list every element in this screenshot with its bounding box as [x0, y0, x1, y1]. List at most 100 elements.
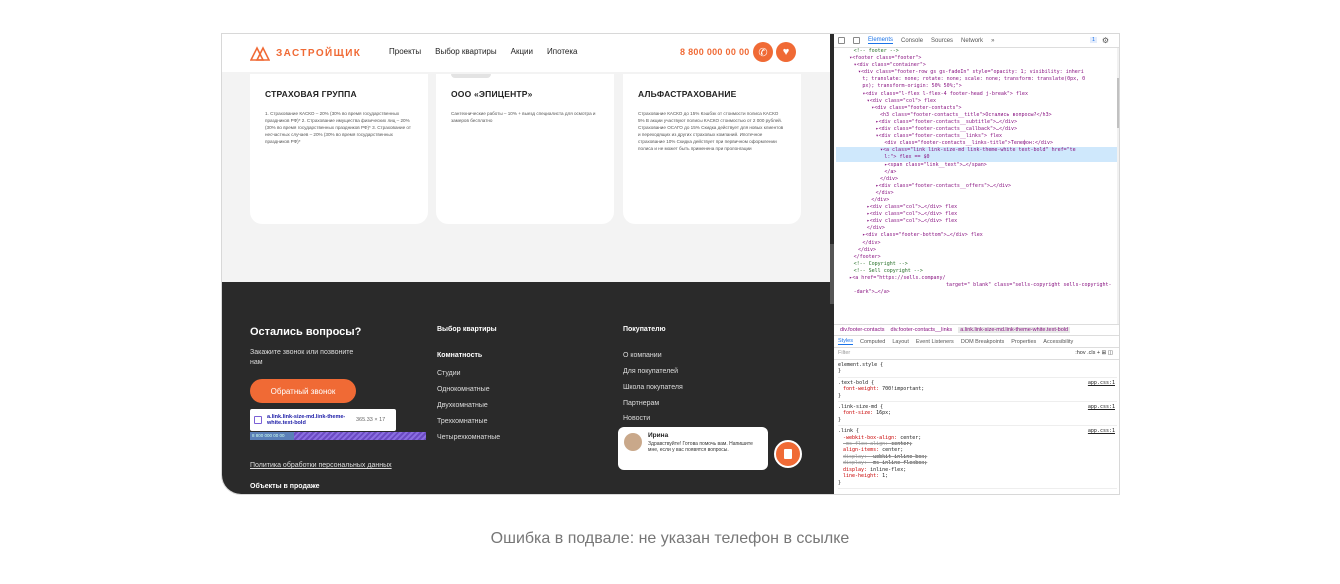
styles-filter-input[interactable]: Filter :hov .cls + ⊞ ◫: [834, 348, 1119, 360]
dom-node-line[interactable]: ▾<div class="footer-contacts__links"> fl…: [836, 133, 1117, 140]
css-rule[interactable]: .text-bold {app.css:1 font-weight: 700!im…: [838, 378, 1117, 403]
dom-node-line[interactable]: ▸<div class="col">…</div> flex: [836, 218, 1117, 225]
footer-link[interactable]: Четырехкомнатные: [437, 434, 500, 441]
tab-layout[interactable]: Layout: [892, 339, 909, 345]
footer-link[interactable]: Трехкомнатные: [437, 418, 487, 425]
dom-scrollbar[interactable]: [1117, 48, 1119, 324]
dom-node-line[interactable]: ▾<a class="link link-size-md link-theme-…: [836, 147, 1117, 155]
dom-node-line[interactable]: ▸<div class="footer-contacts__callback">…: [836, 126, 1117, 133]
breadcrumb-item[interactable]: div.footer-contacts__links: [891, 327, 953, 333]
dom-node-line[interactable]: px); transform-origin: 50% 50%;">: [836, 83, 1117, 90]
dom-node-line[interactable]: l:"> flex == $0: [836, 154, 1117, 162]
css-value[interactable]: inline-flex;: [870, 467, 906, 473]
dom-node-line[interactable]: ▸<div class="footer-contacts__offers">…<…: [836, 183, 1117, 190]
css-source-link[interactable]: app.css:1: [1088, 380, 1115, 386]
css-source-link[interactable]: app.css:1: [1088, 404, 1115, 410]
dom-node-line[interactable]: </div>: [836, 247, 1117, 254]
dom-node-line[interactable]: </div>: [836, 176, 1117, 183]
css-value[interactable]: -webkit-inline-box;: [870, 454, 927, 460]
css-rule[interactable]: .link {app.css:1 -webkit-box-align: cente…: [838, 426, 1117, 489]
header-phone[interactable]: 8 800 000 00 00: [680, 47, 750, 57]
phone-button[interactable]: ✆: [753, 42, 773, 62]
footer-link[interactable]: Однокомнатные: [437, 386, 490, 393]
dom-node-line[interactable]: ▾<div class="l-flex l-flex-4 footer-head…: [836, 91, 1117, 98]
filter-tools[interactable]: :hov .cls + ⊞ ◫: [1075, 350, 1113, 356]
dom-node-line[interactable]: ▸<span class="link__text">…</span>: [836, 162, 1117, 169]
tab-event-listeners[interactable]: Event Listeners: [916, 339, 954, 345]
css-value[interactable]: center;: [891, 441, 912, 447]
styles-pane[interactable]: element.style {} .text-bold {app.css:1 fon…: [834, 360, 1117, 494]
dom-node-line[interactable]: ▸<div class="col">…</div> flex: [836, 211, 1117, 218]
footer-link[interactable]: Для покупателей: [623, 368, 678, 375]
tab-styles[interactable]: Styles: [838, 338, 853, 345]
dom-node-line[interactable]: <div class="footer-contacts__links-title…: [836, 140, 1117, 147]
dom-node-line[interactable]: ▾<div class="footer-row gs gs-fadeIn" st…: [836, 69, 1117, 76]
dom-node-line[interactable]: </footer>: [836, 254, 1117, 261]
favorites-button[interactable]: ♥: [776, 42, 796, 62]
dom-node-line[interactable]: <!-- Sell copyright -->: [836, 268, 1117, 275]
nav-item-apartments[interactable]: Выбор квартиры: [435, 47, 497, 56]
dom-node-line[interactable]: t; translate: none; rotate: none; scale:…: [836, 76, 1117, 83]
tab-properties[interactable]: Properties: [1011, 339, 1036, 345]
footer-link[interactable]: О компании: [623, 352, 662, 359]
tab-dom-breakpoints[interactable]: DOM Breakpoints: [961, 339, 1004, 345]
css-value[interactable]: center;: [900, 435, 921, 441]
css-rule[interactable]: .link-size-md {app.css:1 font-size: 16px;…: [838, 402, 1117, 427]
dom-node-line[interactable]: <h3 class="footer-contacts__title">Остал…: [836, 112, 1117, 119]
breadcrumb-item-current[interactable]: a.link.link-size-md.link-theme-white.tex…: [958, 327, 1071, 333]
chat-popup[interactable]: Ирина Здравствуйте! Готова помочь вам. Н…: [618, 427, 768, 470]
dom-node-line[interactable]: ▸<a href="https://sells.company/: [836, 275, 1117, 282]
nav-item-promotions[interactable]: Акции: [511, 47, 533, 56]
footer-link[interactable]: Новости: [623, 415, 650, 422]
nav-item-mortgage[interactable]: Ипотека: [547, 47, 578, 56]
phone-link-highlight[interactable]: 8 800 000 00 00: [250, 432, 294, 440]
dom-node-line[interactable]: </div>: [836, 190, 1117, 197]
device-toolbar-icon[interactable]: [853, 37, 860, 44]
nav-item-projects[interactable]: Проекты: [389, 47, 421, 56]
dom-node-line[interactable]: </div>: [836, 197, 1117, 204]
dom-node-line[interactable]: </a>: [836, 169, 1117, 176]
tab-sources[interactable]: Sources: [931, 38, 953, 44]
footer-link[interactable]: Двухкомнатные: [437, 402, 488, 409]
dom-node-line[interactable]: ▾<div class="col"> flex: [836, 98, 1117, 105]
footer-link[interactable]: Школа покупателя: [623, 384, 683, 391]
inspect-icon[interactable]: [838, 37, 845, 44]
footer-link[interactable]: Комнатность: [437, 352, 482, 359]
dom-node-line[interactable]: ▸<div class="footer-contacts__subtitle">…: [836, 119, 1117, 126]
breadcrumb-item[interactable]: div.footer-contacts: [840, 327, 885, 333]
dom-node-line[interactable]: </div>: [836, 240, 1117, 247]
dom-node-line[interactable]: -dark">…</a>: [836, 289, 1117, 296]
dom-node-line[interactable]: ▾<footer class="footer">: [836, 55, 1117, 62]
tab-elements[interactable]: Elements: [868, 37, 894, 44]
css-value[interactable]: center;: [882, 447, 903, 453]
dom-tree[interactable]: <!-- footer --> ▾<footer class="footer"> ▾…: [834, 48, 1117, 324]
css-value[interactable]: 1;: [882, 473, 888, 479]
css-source-link[interactable]: app.css:1: [1088, 428, 1115, 434]
scrollbar-thumb[interactable]: [1117, 78, 1119, 128]
dom-node-line[interactable]: <!-- footer -->: [836, 48, 1117, 55]
css-value[interactable]: -ms-inline-flexbox;: [870, 460, 927, 466]
issues-badge[interactable]: 1: [1089, 37, 1097, 43]
css-value[interactable]: 16px;: [876, 410, 891, 416]
dom-node-line[interactable]: target=" blank" class="sells-copyright s…: [836, 282, 1117, 289]
dom-node-line[interactable]: ▾<div class="footer-contacts">: [836, 105, 1117, 112]
chat-button[interactable]: [774, 440, 802, 468]
footer-link[interactable]: Партнерам: [623, 400, 659, 407]
css-rule[interactable]: element.style {}: [838, 360, 1117, 378]
tab-more[interactable]: »: [991, 38, 994, 44]
tab-computed[interactable]: Computed: [860, 339, 885, 345]
tab-console[interactable]: Console: [901, 38, 923, 44]
privacy-policy-link[interactable]: Политика обработки персональных данных: [250, 462, 392, 469]
dom-node-line[interactable]: ▾<div class="container">: [836, 62, 1117, 69]
tab-accessibility[interactable]: Accessibility: [1043, 339, 1073, 345]
dom-node-line[interactable]: </div>: [836, 225, 1117, 232]
css-value[interactable]: 700!important;: [882, 386, 924, 392]
callback-button[interactable]: Обратный звонок: [250, 379, 356, 403]
dom-node-line[interactable]: ▸<div class="col">…</div> flex: [836, 204, 1117, 211]
logo[interactable]: ЗАСТРОЙЩИК: [250, 45, 361, 61]
gear-icon[interactable]: ⚙: [1102, 36, 1109, 45]
dom-node-line[interactable]: <!-- Copyright -->: [836, 261, 1117, 268]
tab-network[interactable]: Network: [961, 38, 983, 44]
footer-link[interactable]: Студии: [437, 370, 461, 377]
dom-node-line[interactable]: ▸<div class="footer-bottom">…</div> flex: [836, 232, 1117, 239]
